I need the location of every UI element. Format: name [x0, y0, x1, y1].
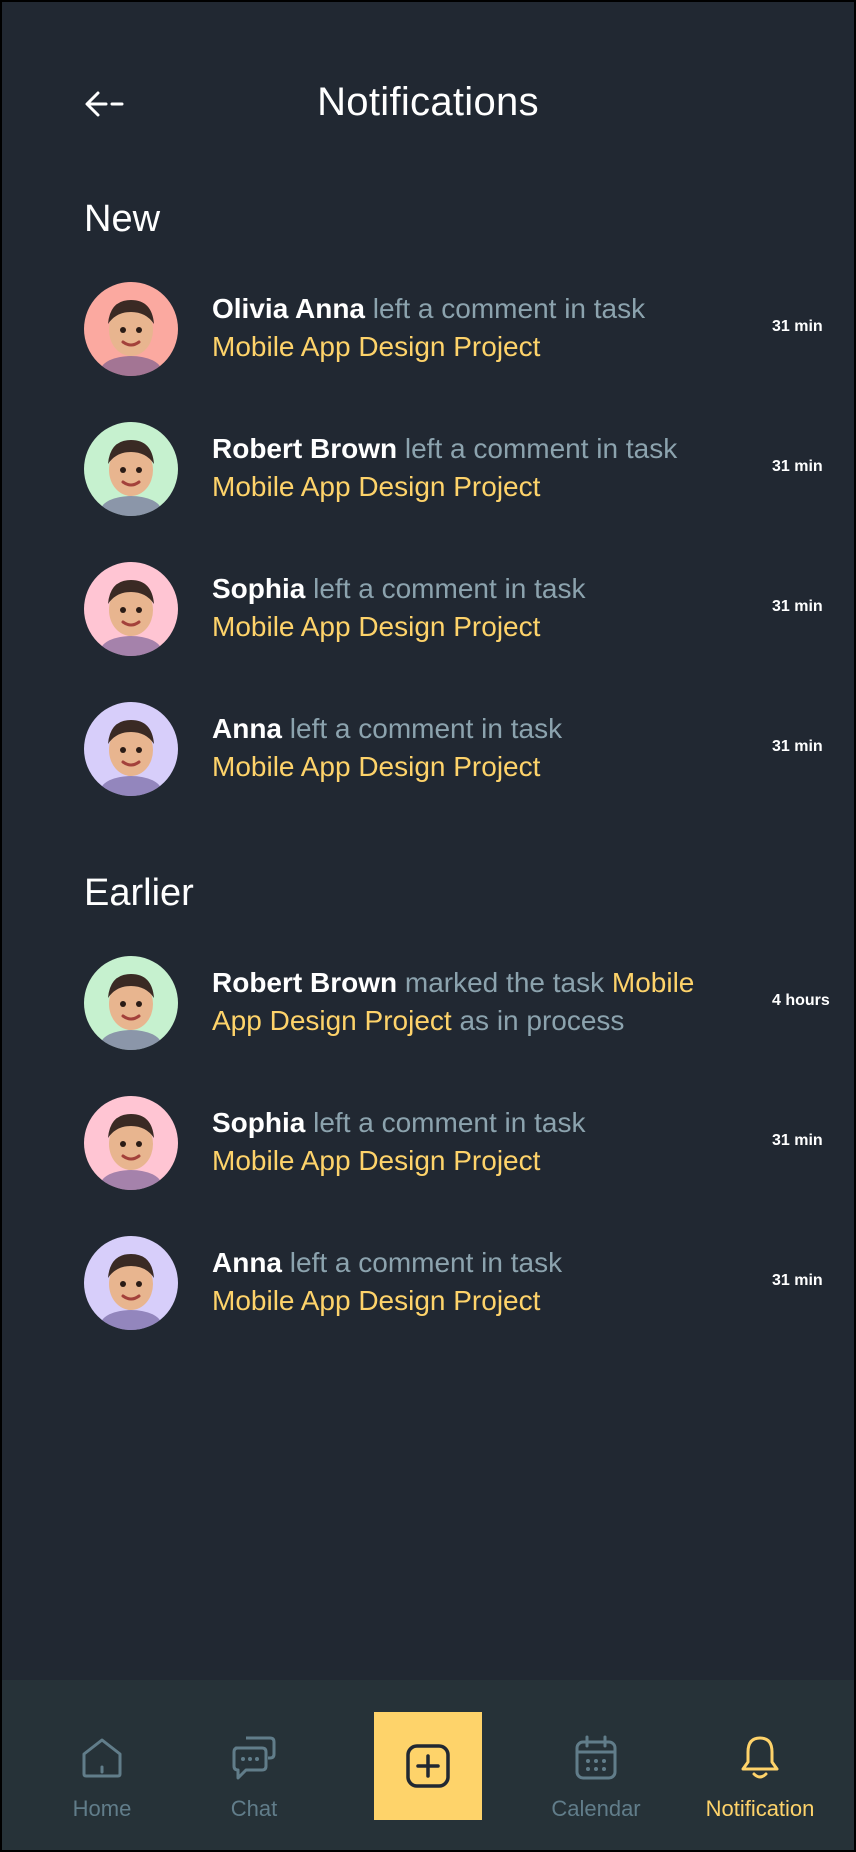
task-link[interactable]: Mobile App Design Project [212, 331, 540, 362]
plus-square-icon [406, 1744, 450, 1788]
notification-item[interactable]: Robert Brown left a comment in task Mobil… [84, 422, 844, 518]
notification-action: marked the task [397, 967, 612, 998]
actor-name: Anna [212, 713, 282, 744]
chat-icon [232, 1736, 276, 1780]
memoji-avatar-icon [101, 580, 161, 656]
memoji-avatar-icon [101, 440, 161, 516]
memoji-avatar-icon [101, 1114, 161, 1190]
notification-text: Sophia left a comment in task Mobile App … [212, 1104, 742, 1180]
nav-chat-label: Chat [230, 1796, 278, 1821]
notification-action: left a comment in task [397, 433, 678, 464]
memoji-avatar-icon [101, 1254, 161, 1330]
header: Notifications [2, 72, 854, 136]
calendar-icon [575, 1735, 617, 1780]
section-title-earlier: Earlier [84, 872, 194, 914]
avatar [84, 1236, 178, 1330]
section-title-new: New [84, 198, 161, 240]
nav-notification[interactable]: Notification [690, 1734, 830, 1822]
notification-time: 31 min [772, 1272, 823, 1289]
task-link[interactable]: Mobile App Design Project [212, 471, 540, 502]
notification-time: 31 min [772, 738, 823, 755]
notification-text: Sophia left a comment in task Mobile App … [212, 570, 742, 646]
avatar [84, 1096, 178, 1190]
notification-suffix: as in process [451, 1005, 625, 1036]
memoji-avatar-icon [101, 720, 161, 796]
notification-text: Anna left a comment in task Mobile App De… [212, 710, 742, 786]
actor-name: Anna [212, 1247, 282, 1278]
task-link[interactable]: Mobile App Design Project [212, 1285, 540, 1316]
nav-calendar-label: Calendar [551, 1796, 641, 1821]
notification-item[interactable]: Sophia left a comment in task Mobile App … [84, 562, 844, 658]
memoji-avatar-icon [101, 974, 161, 1050]
notifications-screen: Notifications New Olivia Anna left a com… [0, 0, 856, 1852]
avatar [84, 562, 178, 656]
nav-chat[interactable]: Chat [184, 1734, 324, 1822]
actor-name: Sophia [212, 573, 306, 604]
actor-name: Olivia Anna [212, 293, 366, 324]
notification-item[interactable]: Olivia Anna left a comment in task Mobile… [84, 282, 844, 378]
actor-name: Sophia [212, 1107, 306, 1138]
memoji-avatar-icon [101, 300, 161, 376]
avatar [84, 702, 178, 796]
nav-home[interactable]: Home [32, 1734, 172, 1822]
notification-item[interactable]: Robert Brown marked the task Mobile App … [84, 956, 844, 1052]
notification-text: Robert Brown left a comment in task Mobil… [212, 430, 742, 506]
notification-action: left a comment in task [282, 713, 563, 744]
avatar [84, 422, 178, 516]
nav-home-label: Home [72, 1796, 132, 1821]
task-link[interactable]: Mobile App Design Project [212, 751, 540, 782]
actor-name: Robert Brown [212, 967, 398, 998]
nav-calendar[interactable]: Calendar [526, 1734, 666, 1822]
page-title: Notifications [317, 80, 539, 124]
notification-item[interactable]: Sophia left a comment in task Mobile App … [84, 1096, 844, 1192]
notification-action: left a comment in task [305, 573, 586, 604]
notification-item[interactable]: Anna left a comment in task Mobile App De… [84, 702, 844, 798]
nav-notification-label: Notification [705, 1796, 815, 1821]
add-task-button[interactable] [374, 1712, 482, 1820]
task-link[interactable]: Mobile App Design Project [212, 1145, 540, 1176]
notification-text: Olivia Anna left a comment in task Mobile… [212, 290, 742, 366]
notification-item[interactable]: Anna left a comment in task Mobile App De… [84, 1236, 844, 1332]
notification-action: left a comment in task [365, 293, 646, 324]
avatar [84, 956, 178, 1050]
bottom-navigation: Home Chat Calendar Notification [2, 1680, 854, 1850]
avatar [84, 282, 178, 376]
notification-text: Anna left a comment in task Mobile App De… [212, 1244, 742, 1320]
notification-time: 4 hours [772, 992, 830, 1009]
notification-action: left a comment in task [282, 1247, 563, 1278]
notification-time: 31 min [772, 458, 823, 475]
notification-action: left a comment in task [305, 1107, 586, 1138]
actor-name: Robert Brown [212, 433, 398, 464]
bell-icon [741, 1736, 779, 1779]
notification-time: 31 min [772, 318, 823, 335]
home-icon [82, 1738, 122, 1778]
notification-time: 31 min [772, 1132, 823, 1149]
notification-text: Robert Brown marked the task Mobile App … [212, 964, 742, 1040]
task-link[interactable]: Mobile App Design Project [212, 611, 540, 642]
notification-time: 31 min [772, 598, 823, 615]
